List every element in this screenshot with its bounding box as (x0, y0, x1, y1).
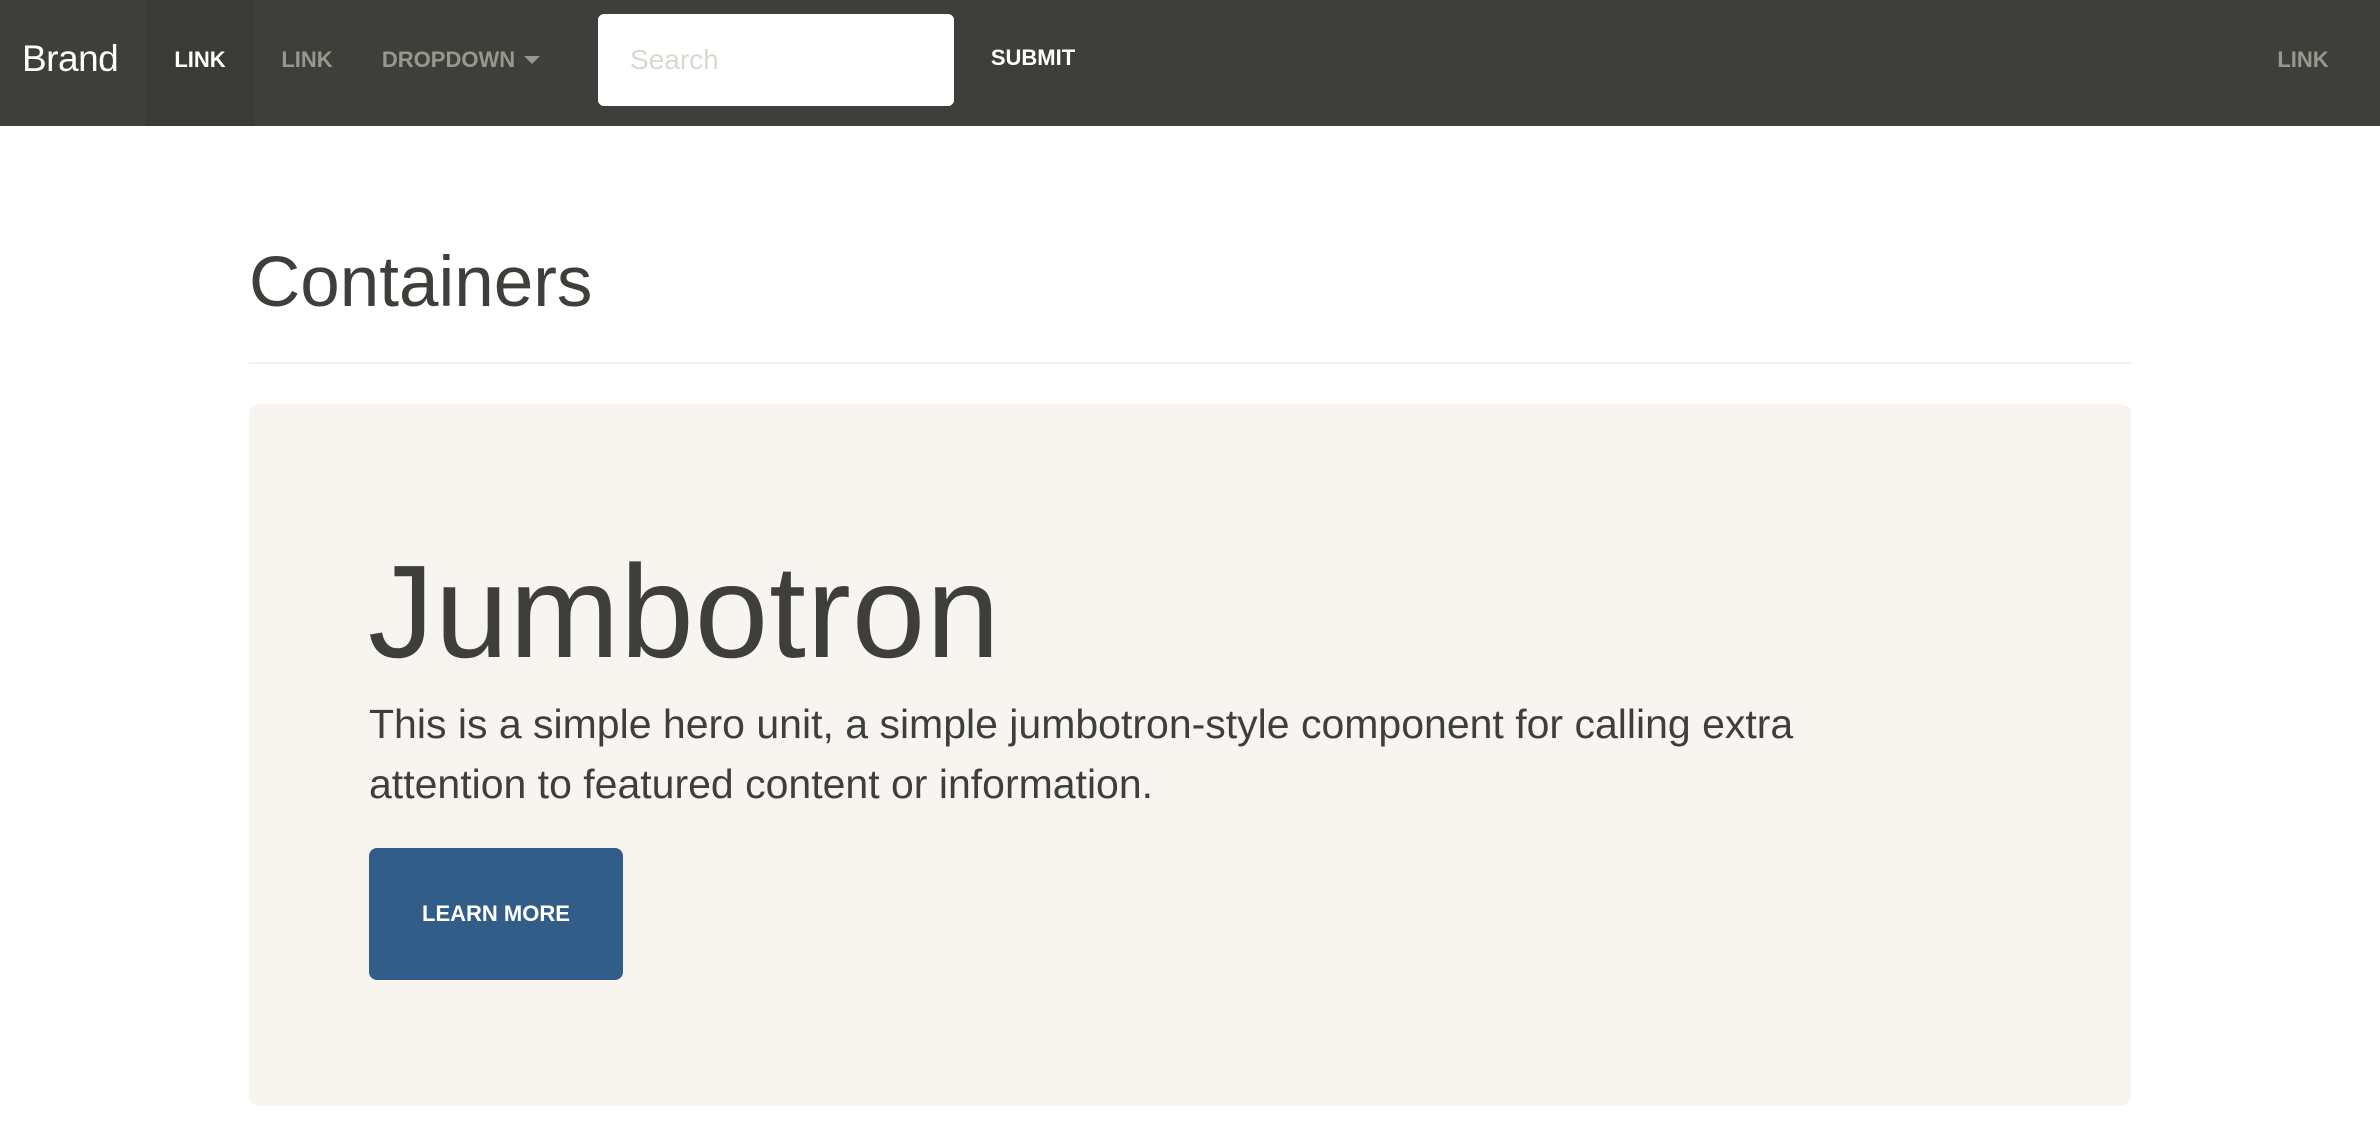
navbar-brand[interactable]: Brand (22, 0, 119, 117)
caret-down-icon (524, 55, 541, 64)
learn-more-button[interactable]: Learn more (369, 848, 623, 980)
nav-link[interactable]: Link (262, 0, 352, 126)
nav-dropdown-label: Dropdown (381, 47, 516, 72)
page-title: Containers (249, 243, 593, 322)
jumbotron-text: This is a simple hero unit, a simple jum… (369, 701, 1794, 807)
page-header: Containers (249, 238, 2131, 364)
nav-link-right[interactable]: Link (2260, 0, 2346, 126)
search-input[interactable] (598, 14, 954, 106)
jumbotron: Jumbotron This is a simple hero unit, a … (249, 404, 2131, 1106)
nav-dropdown-toggle[interactable]: Dropdown (376, 0, 546, 126)
navbar: Brand Link Link Dropdown Submit Link (0, 0, 2380, 126)
submit-button[interactable]: Submit (974, 14, 1092, 106)
nav-link-active[interactable]: Link (146, 0, 254, 126)
jumbotron-title: Jumbotron (368, 538, 1001, 685)
